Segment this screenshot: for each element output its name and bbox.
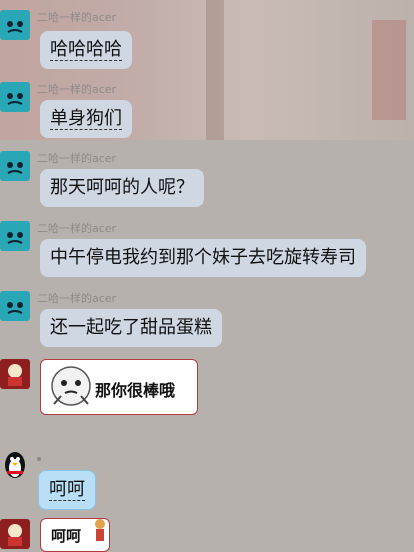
avatar[interactable] <box>0 291 30 321</box>
husky-face-icon <box>7 232 23 244</box>
sticker-caption: 呵呵 <box>51 527 82 545</box>
avatar[interactable] <box>0 519 30 549</box>
message-bubble[interactable]: 哈哈哈哈 <box>40 31 132 69</box>
sender-name: 二哈一样的acer <box>37 222 117 235</box>
character-avatar-icon <box>8 364 22 386</box>
message-text: 还一起吃了甜品蛋糕 <box>50 317 212 338</box>
sticker-image[interactable]: 那你很棒哦 <box>40 359 198 415</box>
sender-name: 二哈一样的acer <box>37 152 117 165</box>
message-text: 中午停电我约到那个妹子去吃旋转寿司 <box>50 247 356 268</box>
sticker-image[interactable]: 呵呵 <box>40 518 110 552</box>
avatar[interactable] <box>0 359 30 389</box>
husky-face-icon <box>7 93 23 105</box>
character-avatar-icon <box>8 524 22 546</box>
message-bubble[interactable]: 单身狗们 <box>40 100 132 138</box>
message-bubble[interactable]: 那天呵呵的人呢？ <box>40 169 204 207</box>
message-text: 那天呵呵的人呢？ <box>50 177 194 198</box>
penguin-icon <box>5 452 25 478</box>
sticker-caption: 那你很棒哦 <box>95 381 176 400</box>
husky-face-icon <box>7 302 23 314</box>
background-lamp-post <box>206 0 224 140</box>
avatar[interactable] <box>0 10 30 40</box>
sender-name: 二哈一样的acer <box>37 83 117 96</box>
sender-name: 二哈一样的acer <box>37 11 117 24</box>
avatar[interactable] <box>0 221 30 251</box>
background-sign <box>372 20 406 120</box>
meme-face-icon <box>51 366 91 406</box>
message-text: 哈哈哈哈 <box>50 39 122 61</box>
avatar[interactable] <box>2 449 28 479</box>
message-text: 单身狗们 <box>50 108 122 130</box>
message-bubble[interactable]: 中午停电我约到那个妹子去吃旋转寿司 <box>40 239 366 277</box>
message-bubble[interactable]: 呵呵 <box>38 470 96 510</box>
husky-face-icon <box>7 21 23 33</box>
avatar[interactable] <box>0 151 30 181</box>
message-text: 呵呵 <box>49 479 85 501</box>
message-bubble[interactable]: 还一起吃了甜品蛋糕 <box>40 309 222 347</box>
cartoon-figure-icon <box>95 519 105 541</box>
avatar[interactable] <box>0 82 30 112</box>
status-dot <box>37 457 41 461</box>
sender-name: 二哈一样的acer <box>37 292 117 305</box>
husky-face-icon <box>7 162 23 174</box>
